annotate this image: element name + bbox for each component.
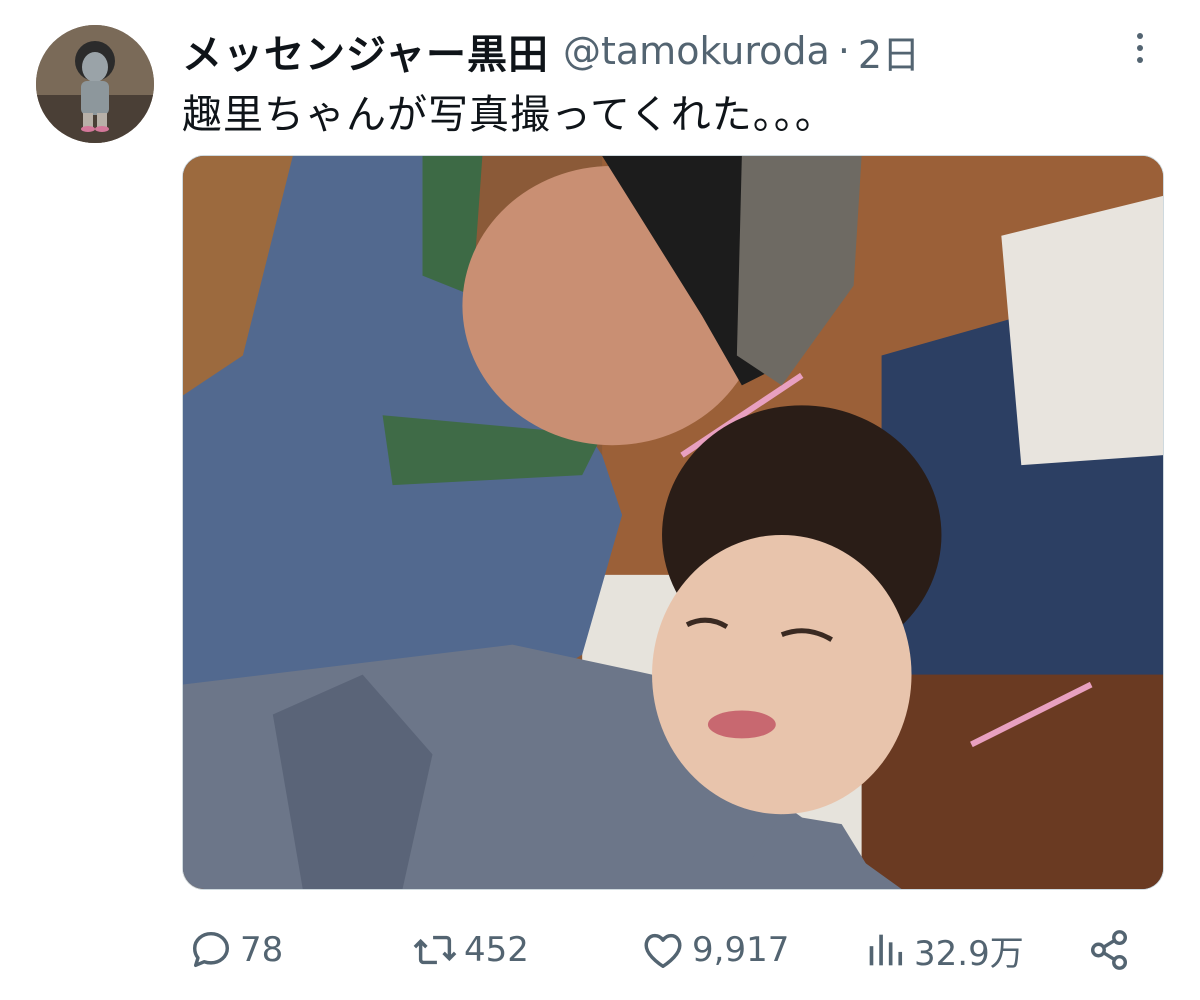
like-count: 9,917 — [692, 930, 790, 970]
view-count: 32.9万 — [914, 933, 1024, 974]
heart-icon — [644, 933, 682, 969]
views-button[interactable]: 32.9万 — [862, 918, 1024, 982]
bar-chart-icon — [869, 934, 903, 966]
more-options-button[interactable] — [1118, 26, 1162, 70]
avatar-image — [36, 25, 154, 143]
share-button[interactable] — [1086, 918, 1132, 982]
tweet-card[interactable]: メッセンジャー黒田 @tamokuroda · 2日 趣里ちゃんが写真撮ってくれ… — [0, 0, 1200, 1000]
user-handle[interactable]: @tamokuroda — [563, 29, 830, 73]
more-dots-icon — [1137, 33, 1143, 39]
separator-dot: · — [837, 29, 850, 73]
share-icon — [1090, 930, 1128, 970]
reply-bubble-icon — [192, 931, 230, 968]
avatar[interactable] — [36, 25, 154, 143]
like-button[interactable]: 9,917 — [640, 918, 789, 982]
retweet-arrows-icon — [413, 935, 457, 965]
reply-button[interactable]: 78 — [188, 918, 283, 982]
tweet-text: 趣里ちゃんが写真撮ってくれた。。。 — [182, 92, 836, 138]
retweet-count: 452 — [464, 930, 529, 970]
selfie-photo — [183, 156, 1163, 889]
display-name[interactable]: メッセンジャー黒田 — [182, 22, 549, 80]
reply-count: 78 — [240, 930, 284, 970]
tweet-photo[interactable] — [182, 155, 1164, 890]
action-bar: 78 452 9,917 32.9万 — [182, 918, 1142, 982]
timestamp[interactable]: 2日 — [858, 24, 920, 79]
tweet-header: メッセンジャー黒田 @tamokuroda · 2日 — [182, 24, 920, 79]
retweet-button[interactable]: 452 — [412, 918, 529, 982]
